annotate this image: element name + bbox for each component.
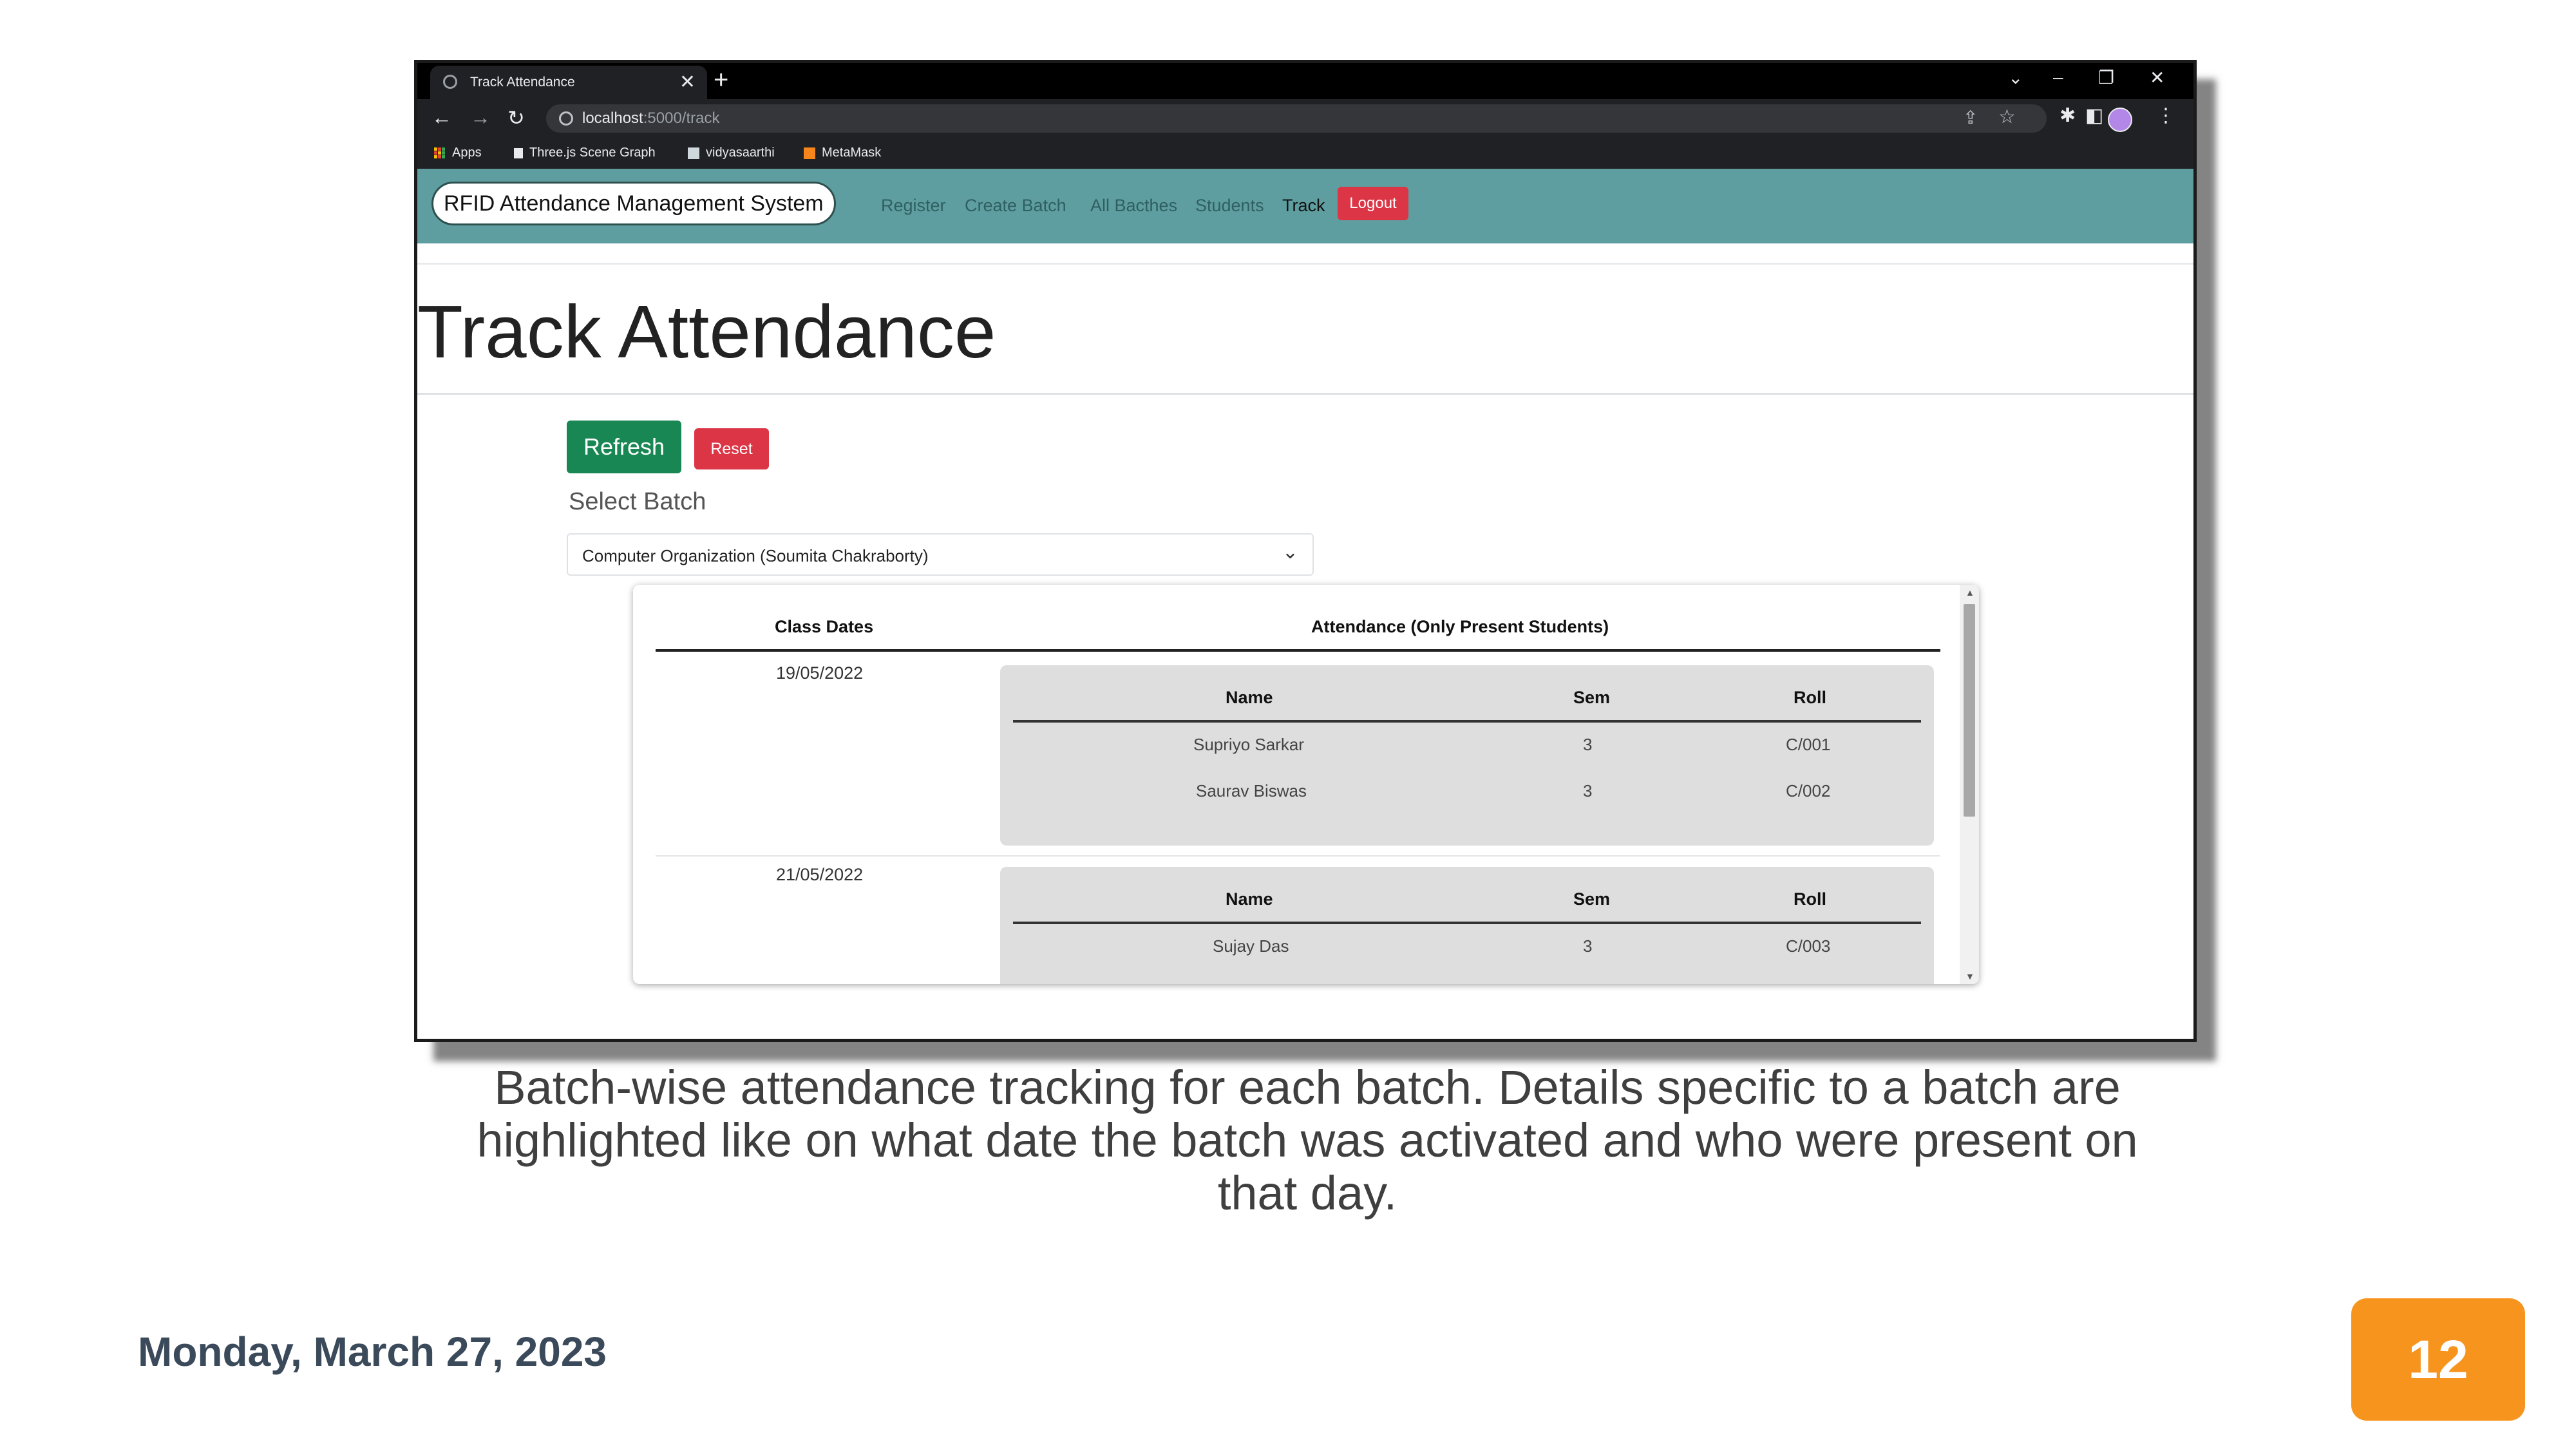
tab-search-icon[interactable]: ⌄ (2008, 67, 2023, 88)
extensions-icon[interactable]: ✱ (2060, 104, 2076, 127)
menu-kebab-icon[interactable]: ⋮ (2156, 104, 2175, 127)
forward-icon[interactable]: → (470, 106, 491, 129)
th-roll: Roll (1794, 889, 1826, 909)
bookmark-apps[interactable]: Apps (434, 146, 482, 160)
browser-screenshot: Track Attendance ✕ + ⌄ – ❐ ✕ ← → ↻ local… (414, 60, 2197, 1042)
title-rule (417, 393, 2193, 395)
scrollbar-thumb[interactable] (1964, 604, 1975, 817)
col-header-attendance: Attendance (Only Present Students) (1311, 617, 1609, 636)
bookmark-threejs[interactable]: Three.js Scene Graph (514, 146, 656, 160)
table-header-rule (1013, 720, 1921, 723)
bookmarks-bar: Apps Three.js Scene Graph vidyasaarthi M… (417, 138, 2193, 169)
url-path: :5000/track (643, 109, 720, 127)
student-roll: C/003 (1786, 936, 1831, 956)
site-info-icon[interactable] (559, 111, 573, 126)
new-tab-icon[interactable]: + (714, 66, 728, 95)
profile-avatar[interactable] (2108, 108, 2132, 132)
back-icon[interactable]: ← (431, 106, 452, 129)
slide-caption: Batch-wise attendance tracking for each … (477, 1061, 2138, 1220)
nav-track[interactable]: Track (1282, 196, 1325, 216)
bookmark-label: MetaMask (822, 146, 882, 160)
bookmark-star-icon[interactable]: ☆ (1998, 106, 2016, 128)
address-bar-row: ← → ↻ localhost:5000/track ⇪ ☆ ✱ ◧ ⋮ (417, 99, 2193, 138)
student-sem: 3 (1583, 936, 1593, 956)
page-title: Track Attendance (417, 290, 996, 374)
batch-select-value: Computer Organization (Soumita Chakrabor… (582, 546, 929, 565)
nav-create-batch[interactable]: Create Batch (965, 196, 1066, 216)
url-input[interactable]: localhost:5000/track ⇪ ☆ (546, 104, 2047, 133)
th-name: Name (1226, 889, 1273, 909)
nav-all-batches[interactable]: All Bacthes (1090, 196, 1177, 216)
student-sem: 3 (1583, 735, 1593, 754)
col-header-dates: Class Dates (775, 617, 874, 636)
logout-button[interactable]: Logout (1338, 187, 1408, 220)
bookmark-label: vidyasaarthi (706, 146, 775, 160)
student-roll: C/001 (1786, 735, 1831, 754)
reload-icon[interactable]: ↻ (507, 106, 525, 130)
bookmark-label: Three.js Scene Graph (529, 146, 656, 160)
th-sem: Sem (1573, 889, 1611, 909)
student-table: Name Sem Roll Sujay Das 3 C/003 (1000, 867, 1934, 984)
student-name: Supriyo Sarkar (1193, 735, 1304, 754)
chevron-down-icon: ⌄ (1282, 542, 1298, 563)
attendance-panel[interactable]: Class Dates Attendance (Only Present Stu… (633, 585, 1979, 984)
student-name: Sujay Das (1213, 936, 1289, 956)
globe-icon (443, 75, 457, 89)
bookmark-metamask[interactable]: MetaMask (804, 146, 881, 160)
tab-title: Track Attendance (470, 75, 575, 90)
restore-icon[interactable]: ❐ (2098, 67, 2114, 88)
image-icon (688, 147, 699, 159)
panel-scrollbar[interactable]: ▲ ▼ (1960, 585, 1979, 984)
refresh-button[interactable]: Refresh (567, 421, 681, 473)
select-batch-label: Select Batch (569, 488, 706, 515)
fox-icon (804, 147, 815, 159)
class-date: 21/05/2022 (776, 865, 864, 884)
th-name: Name (1226, 688, 1273, 707)
bookmark-vidyasaarthi[interactable]: vidyasaarthi (688, 146, 775, 160)
close-window-icon[interactable]: ✕ (2150, 67, 2164, 88)
side-panel-icon[interactable]: ◧ (2085, 104, 2103, 127)
url-text: localhost:5000/track (582, 109, 719, 128)
nav-register[interactable]: Register (881, 196, 946, 216)
page-divider (417, 263, 2193, 265)
browser-tab[interactable]: Track Attendance ✕ (430, 66, 707, 99)
share-icon[interactable]: ⇪ (1963, 107, 1978, 128)
th-sem: Sem (1573, 688, 1611, 707)
batch-select[interactable]: Computer Organization (Soumita Chakrabor… (567, 533, 1314, 576)
page-number-badge: 12 (2351, 1298, 2525, 1421)
student-sem: 3 (1583, 781, 1593, 800)
table-header-rule (1013, 922, 1921, 924)
student-name: Saurav Biswas (1196, 781, 1307, 800)
slide-date: Monday, March 27, 2023 (138, 1329, 607, 1375)
scroll-up-icon[interactable]: ▲ (1965, 587, 1975, 598)
reset-button[interactable]: Reset (694, 428, 769, 469)
bookmark-label: Apps (452, 146, 482, 160)
th-roll: Roll (1794, 688, 1826, 707)
app-navbar: RFID Attendance Management System Regist… (417, 169, 2193, 243)
class-date: 19/05/2022 (776, 663, 864, 683)
nav-students[interactable]: Students (1195, 196, 1264, 216)
page-icon (514, 147, 523, 158)
tab-strip: Track Attendance ✕ + ⌄ – ❐ ✕ (417, 63, 2193, 99)
url-host: localhost (582, 109, 643, 127)
student-table: Name Sem Roll Supriyo Sarkar 3 C/001 Sau… (1000, 665, 1934, 846)
brand-logo[interactable]: RFID Attendance Management System (431, 182, 836, 225)
minimize-icon[interactable]: – (2053, 67, 2063, 88)
student-roll: C/002 (1786, 781, 1831, 800)
apps-grid-icon (434, 147, 446, 159)
header-rule (656, 649, 1940, 652)
tab-close-icon[interactable]: ✕ (679, 71, 696, 93)
scroll-down-icon[interactable]: ▼ (1965, 971, 1975, 981)
record-separator (656, 855, 1940, 857)
